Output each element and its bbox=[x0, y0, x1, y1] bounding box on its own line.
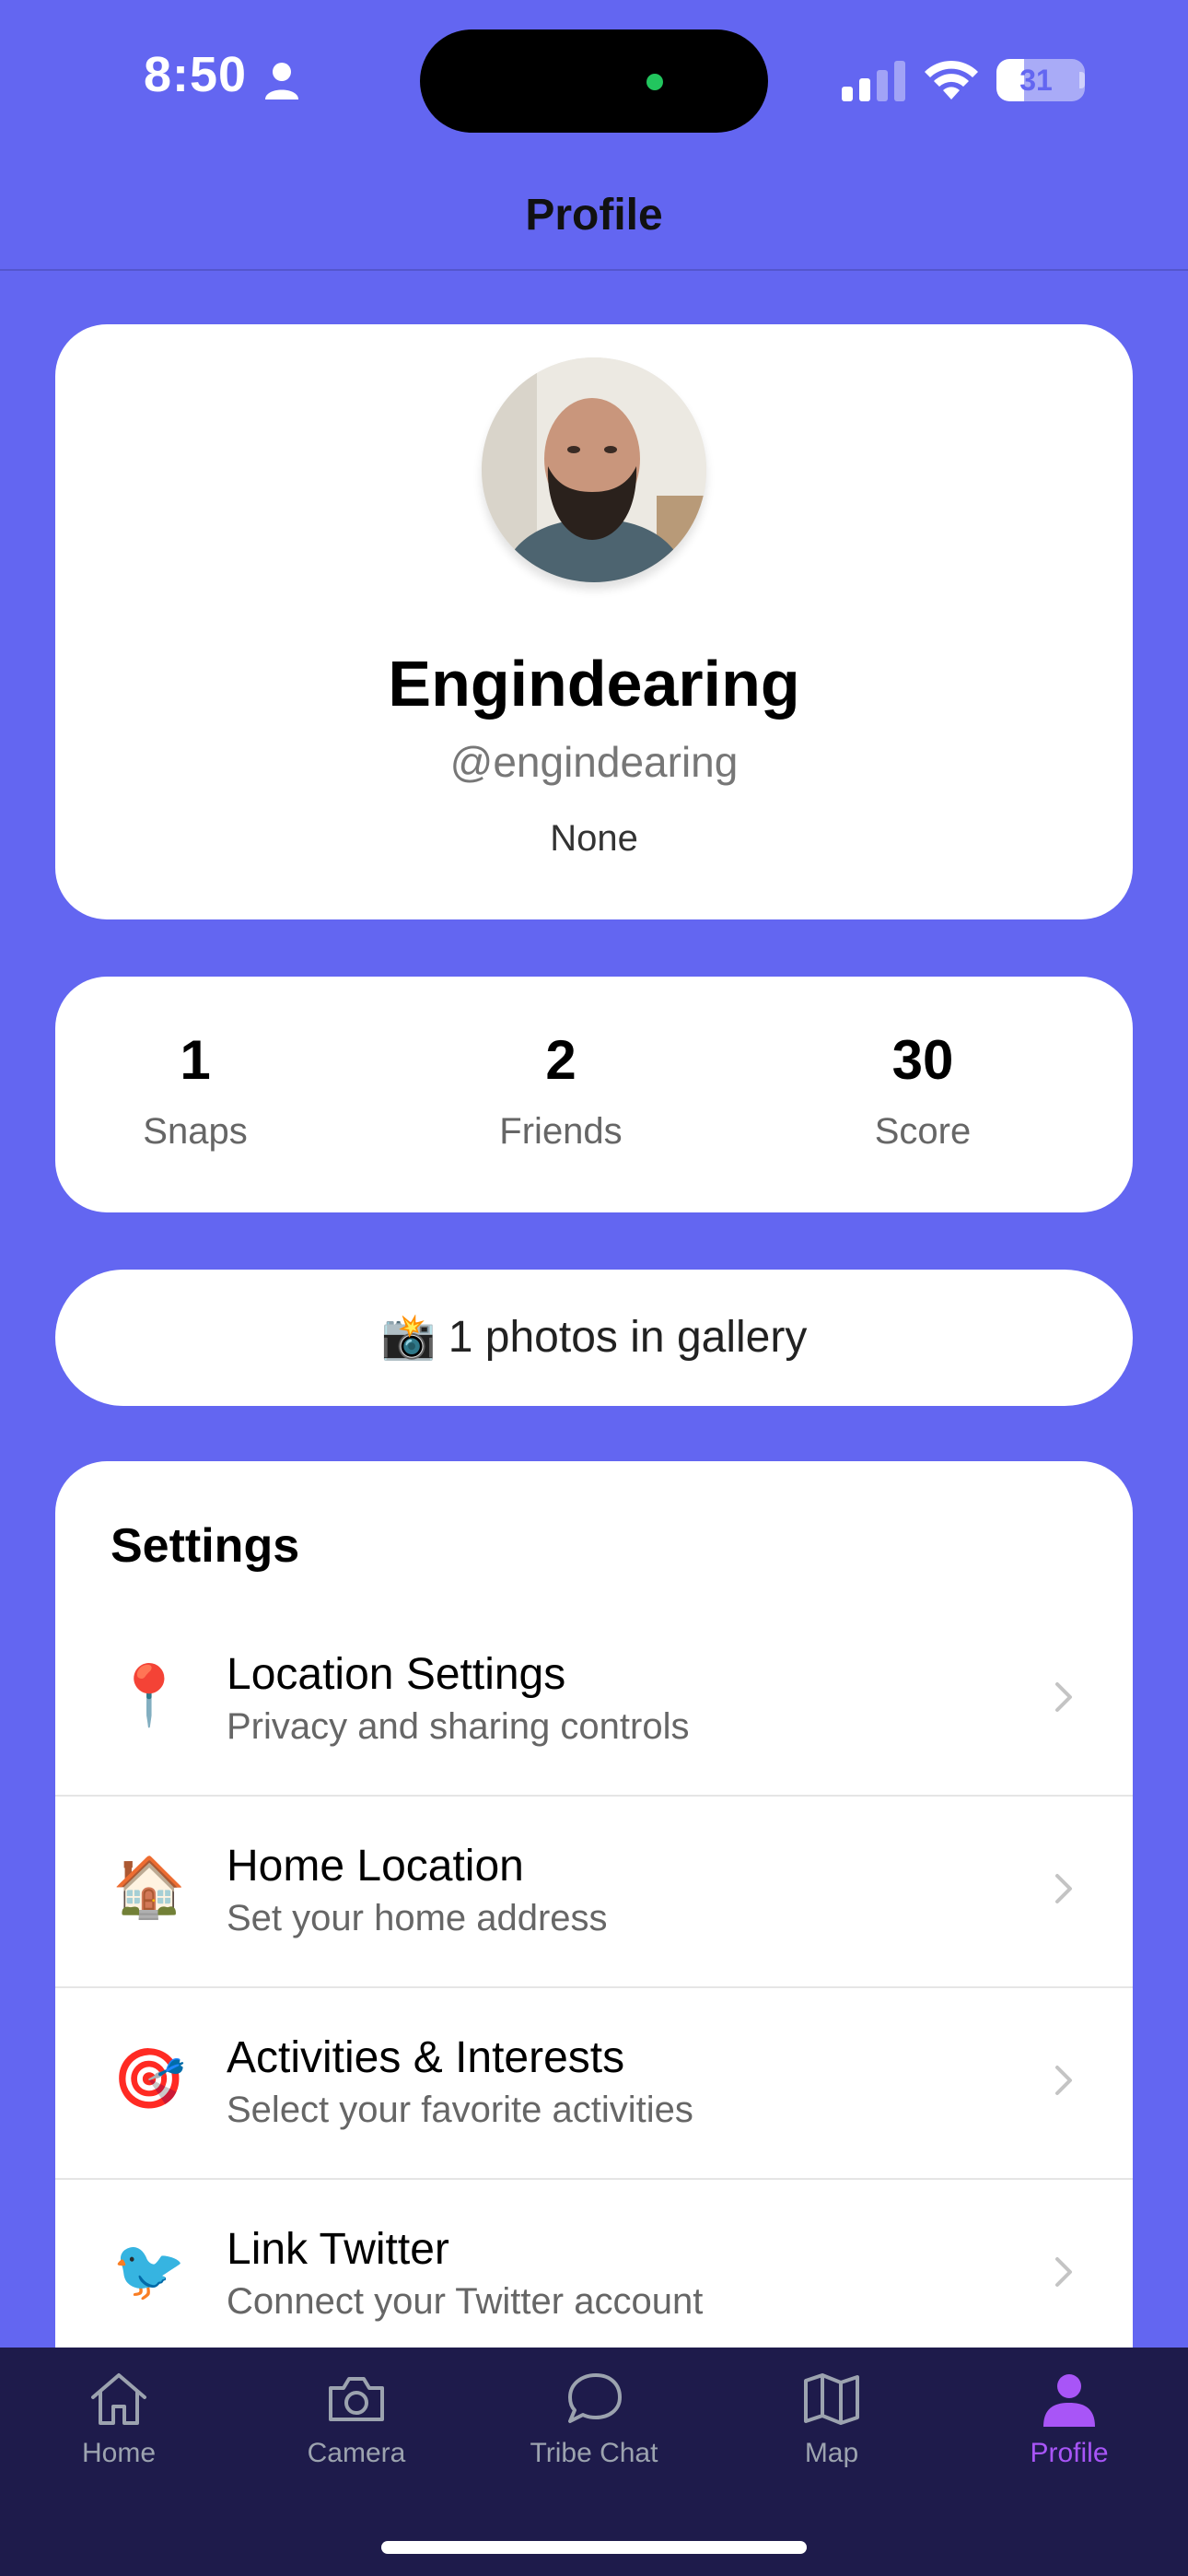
wifi-icon bbox=[925, 60, 978, 100]
setting-subtitle: Connect your Twitter account bbox=[227, 2281, 704, 2322]
battery-nub bbox=[1079, 72, 1085, 88]
person-status-icon bbox=[265, 63, 298, 100]
tab-label: Home bbox=[81, 2438, 157, 2468]
house-icon: 🏠 bbox=[112, 1854, 186, 1920]
gallery-label: 📸 1 photos in gallery bbox=[380, 1313, 808, 1362]
camera-icon bbox=[329, 2377, 384, 2421]
person-icon bbox=[1043, 2374, 1095, 2427]
dynamic-island bbox=[420, 29, 768, 133]
stat-label: Snaps bbox=[143, 1111, 248, 1152]
stat-value: 30 bbox=[891, 1029, 954, 1091]
tab-tribe-chat[interactable]: Tribe Chat bbox=[475, 2348, 713, 2476]
setting-subtitle: Select your favorite activities bbox=[227, 2090, 693, 2130]
setting-activities-interests[interactable]: 🎯 Activities & Interests Select your fav… bbox=[55, 1988, 1133, 2180]
stat-label: Friends bbox=[499, 1111, 623, 1152]
cellular-signal-icon bbox=[842, 61, 905, 101]
tab-label: Profile bbox=[1030, 2438, 1109, 2468]
tab-label: Map bbox=[804, 2438, 859, 2468]
setting-subtitle: Privacy and sharing controls bbox=[227, 1706, 690, 1747]
stats-card: 1 Snaps 2 Friends 30 Score bbox=[55, 977, 1133, 1212]
tab-map[interactable]: Map bbox=[713, 2348, 950, 2476]
setting-subtitle: Set your home address bbox=[227, 1898, 608, 1938]
map-icon bbox=[804, 2373, 859, 2425]
settings-title: Settings bbox=[111, 1519, 300, 1573]
avatar[interactable] bbox=[482, 357, 706, 582]
tab-home[interactable]: Home bbox=[0, 2348, 238, 2476]
stat-value: 2 bbox=[545, 1029, 577, 1091]
setting-title: Location Settings bbox=[227, 1650, 566, 1699]
battery-icon: 31 bbox=[996, 59, 1085, 101]
target-icon: 🎯 bbox=[112, 2045, 186, 2112]
status-bar: 8:50 31 bbox=[0, 0, 1188, 157]
profile-screen: 8:50 31 Profile Engindearing @engindeari… bbox=[0, 0, 1188, 2576]
home-indicator[interactable] bbox=[381, 2541, 807, 2554]
pushpin-icon: 📍 bbox=[112, 1662, 186, 1728]
gallery-button[interactable]: 📸 1 photos in gallery bbox=[55, 1270, 1133, 1406]
page-title: Profile bbox=[525, 191, 663, 240]
profile-card: Engindearing @engindearing None bbox=[55, 324, 1133, 919]
chevron-right-icon bbox=[1055, 2066, 1072, 2095]
stat-score[interactable]: 30 Score bbox=[803, 1030, 1042, 1153]
avatar-photo bbox=[482, 357, 706, 582]
setting-title: Home Location bbox=[227, 1842, 524, 1891]
bird-icon: 🐦 bbox=[112, 2237, 186, 2303]
profile-bio: None bbox=[550, 818, 638, 859]
setting-title: Link Twitter bbox=[227, 2225, 449, 2274]
tab-camera[interactable]: Camera bbox=[238, 2348, 475, 2476]
chat-bubble-icon bbox=[568, 2373, 622, 2423]
setting-link-twitter[interactable]: 🐦 Link Twitter Connect your Twitter acco… bbox=[55, 2180, 1133, 2371]
setting-title: Activities & Interests bbox=[227, 2033, 625, 2082]
setting-location-settings[interactable]: 📍 Location Settings Privacy and sharing … bbox=[55, 1605, 1133, 1797]
chevron-right-icon bbox=[1055, 1874, 1072, 1903]
tab-label: Tribe Chat bbox=[530, 2438, 658, 2468]
camera-indicator-dot bbox=[646, 74, 663, 90]
stat-value: 1 bbox=[180, 1029, 211, 1091]
battery-percentage: 31 bbox=[1019, 64, 1053, 97]
chevron-right-icon bbox=[1055, 1682, 1072, 1712]
setting-home-location[interactable]: 🏠 Home Location Set your home address bbox=[55, 1797, 1133, 1988]
tab-profile[interactable]: Profile bbox=[950, 2348, 1188, 2476]
profile-handle: @engindearing bbox=[449, 738, 739, 786]
tab-label: Camera bbox=[307, 2438, 406, 2468]
profile-name: Engindearing bbox=[388, 648, 800, 720]
home-icon bbox=[91, 2373, 146, 2425]
status-time: 8:50 bbox=[144, 47, 248, 102]
stat-snaps[interactable]: 1 Snaps bbox=[76, 1030, 315, 1153]
nav-header: Profile bbox=[0, 157, 1188, 271]
stat-label: Score bbox=[874, 1111, 972, 1152]
stat-friends[interactable]: 2 Friends bbox=[441, 1030, 681, 1153]
chevron-right-icon bbox=[1055, 2257, 1072, 2287]
